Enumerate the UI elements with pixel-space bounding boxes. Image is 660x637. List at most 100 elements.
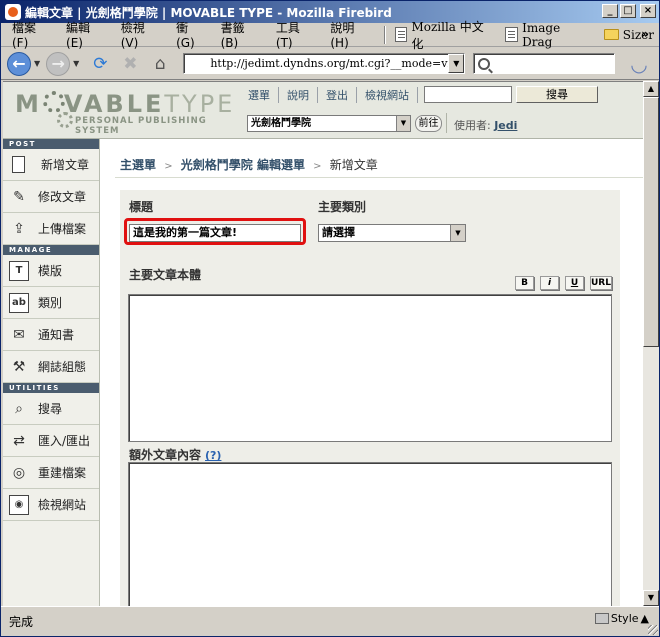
bookmark-sizer[interactable]: Sizer (599, 26, 659, 44)
entry-form: 標題 主要類別 這是我的第一篇文章! 請選擇 ▼ 主要文章本體 B i U UR… (120, 190, 620, 606)
maximize-button[interactable]: □ (620, 4, 636, 18)
nav-help-link[interactable]: 說明 (279, 86, 318, 103)
sidebar-item-label: 檢視網站 (38, 498, 87, 512)
menu-file[interactable]: 檔案(F) (5, 17, 59, 52)
chevron-down-icon: ▼ (396, 116, 410, 131)
bookmark-image-drag[interactable]: Image Drag (500, 19, 599, 51)
category-select-value: 請選擇 (322, 226, 355, 239)
back-button[interactable]: ← (7, 51, 31, 76)
forward-dropdown-icon[interactable]: ▼ (73, 59, 79, 68)
breadcrumb-current: 新增文章 (329, 158, 378, 172)
web-search-input[interactable] (473, 53, 616, 74)
title-label: 標題 (129, 200, 154, 214)
body-textarea[interactable] (128, 294, 612, 442)
sidebar-item-rebuild[interactable]: ◎ 重建檔案 (3, 457, 99, 489)
sidebar-item-label: 新增文章 (41, 158, 90, 172)
nav-view-site-link[interactable]: 檢視網站 (357, 86, 418, 103)
menu-bookmarks[interactable]: 書籤(B) (214, 17, 269, 52)
vertical-scrollbar[interactable]: ▲ ▼ (643, 81, 659, 606)
sidebar-item-import-export[interactable]: ⇄ 匯入/匯出 (3, 425, 99, 457)
config-icon: ⚒ (12, 358, 26, 375)
chevron-down-icon: ▼ (450, 225, 465, 241)
blog-select[interactable]: 光劍格鬥學院 ▼ (247, 115, 411, 132)
style-label: Style (610, 612, 639, 625)
sidebar-item-search[interactable]: ⌕ 搜尋 (3, 393, 99, 425)
resize-grip[interactable] (648, 625, 658, 635)
header-divider (446, 113, 447, 133)
underline-button[interactable]: U (565, 276, 584, 290)
menu-tools[interactable]: 工具(T) (269, 17, 323, 52)
sidebar-item-label: 模版 (38, 264, 63, 278)
extended-help-link[interactable]: (?) (205, 449, 221, 462)
home-icon[interactable]: ⌂ (148, 52, 172, 76)
menu-go[interactable]: 衝(G) (169, 17, 213, 52)
sidebar-item-categories[interactable]: ab 類別 (3, 287, 99, 319)
nav-menu-link[interactable]: 選單 (240, 86, 279, 103)
nav-logout-link[interactable]: 登出 (318, 86, 357, 103)
rebuild-icon: ◎ (12, 464, 26, 481)
mt-search-input[interactable] (424, 86, 512, 103)
throbber-icon: ◡ (630, 52, 648, 76)
more-bookmarks-chevron[interactable]: » (641, 27, 649, 41)
blog-select-value: 光劍格鬥學院 (251, 118, 311, 129)
window-controls: _ □ × (602, 4, 656, 18)
category-select[interactable]: 請選擇 ▼ (318, 224, 466, 242)
sidebar-item-new-post[interactable]: 新增文章 (3, 149, 99, 181)
sidebar-item-label: 搜尋 (38, 402, 63, 416)
stop-icon[interactable]: ✖ (118, 52, 142, 76)
menu-view[interactable]: 檢視(V) (114, 17, 169, 52)
sidebar-item-view-site[interactable]: ◉ 檢視網站 (3, 489, 99, 521)
italic-button[interactable]: i (540, 276, 559, 290)
user-name-link[interactable]: Jedi (494, 119, 517, 132)
template-icon: T (9, 260, 29, 281)
style-switcher[interactable]: Style ▲ (594, 612, 649, 625)
reload-icon[interactable]: ⟳ (88, 52, 112, 76)
sidebar-item-label: 重建檔案 (38, 466, 87, 480)
sidebar-item-templates[interactable]: T 模版 (3, 255, 99, 287)
go-button[interactable]: 前往 (415, 115, 442, 132)
sidebar-item-label: 上傳檔案 (38, 222, 87, 236)
status-text: 完成 (9, 615, 34, 629)
breadcrumb-main-menu[interactable]: 主選單 (120, 158, 156, 172)
close-button[interactable]: × (640, 4, 656, 18)
sidebar-item-config[interactable]: ⚒ 網誌組態 (3, 351, 99, 383)
breadcrumb: 主選單 > 光劍格鬥學院 編輯選單 > 新增文章 (120, 156, 378, 173)
back-dropdown-icon[interactable]: ▼ (34, 59, 40, 68)
chevron-up-icon: ▲ (640, 612, 649, 625)
section-header-utilities: UTILITIES (3, 383, 99, 393)
search-icon: ⌕ (15, 400, 23, 417)
scroll-up-arrow[interactable]: ▲ (643, 81, 659, 97)
mt-search-button[interactable]: 搜尋 (516, 86, 598, 103)
bold-button[interactable]: B (515, 276, 534, 290)
url-history-dropdown[interactable]: ▼ (448, 54, 465, 73)
url-bar[interactable]: http://jedimt.dyndns.org/mt.cgi?__mode=v… (183, 53, 466, 74)
scroll-down-arrow[interactable]: ▼ (643, 590, 659, 606)
scroll-thumb[interactable] (643, 97, 659, 347)
body-label: 主要文章本體 (129, 268, 202, 282)
section-header-post: POST (3, 139, 99, 149)
menu-help[interactable]: 說明(H) (323, 17, 379, 52)
bookmark-label: Sizer (622, 27, 654, 42)
format-toolbar: B i U URL (515, 276, 612, 290)
upload-icon: ⇪ (13, 220, 25, 237)
bookmark-label: Mozilla 中文化 (411, 19, 484, 51)
sidebar-item-upload[interactable]: ⇪ 上傳檔案 (3, 213, 99, 245)
extended-textarea[interactable] (128, 462, 612, 606)
sidebar-item-notifications[interactable]: ✉ 通知書 (3, 319, 99, 351)
menu-edit[interactable]: 編輯(E) (59, 17, 114, 52)
extended-label-row: 額外文章內容 (?) (129, 446, 221, 463)
movabletype-logo: M VABLETYPE PERSONAL PUBLISHING SYSTEM (15, 90, 237, 136)
navigation-toolbar: ← ▼ → ▼ ⟳ ✖ ⌂ http://jedimt.dyndns.org/m… (1, 48, 659, 80)
breadcrumb-blog-menu[interactable]: 光劍格鬥學院 編輯選單 (181, 158, 305, 172)
url-button[interactable]: URL (590, 276, 612, 290)
sidebar-item-edit-post[interactable]: ✎ 修改文章 (3, 181, 99, 213)
new-post-icon (12, 156, 25, 173)
minimize-button[interactable]: _ (602, 4, 618, 18)
gear-icon (43, 91, 65, 113)
url-text: http://jedimt.dyndns.org/mt.cgi?__mode=v… (210, 57, 466, 70)
forward-button[interactable]: → (46, 51, 71, 76)
logo-tagline: PERSONAL PUBLISHING SYSTEM (75, 116, 207, 136)
category-icon: ab (9, 292, 29, 313)
notification-icon: ✉ (13, 326, 25, 343)
bookmark-page-icon (505, 27, 519, 42)
